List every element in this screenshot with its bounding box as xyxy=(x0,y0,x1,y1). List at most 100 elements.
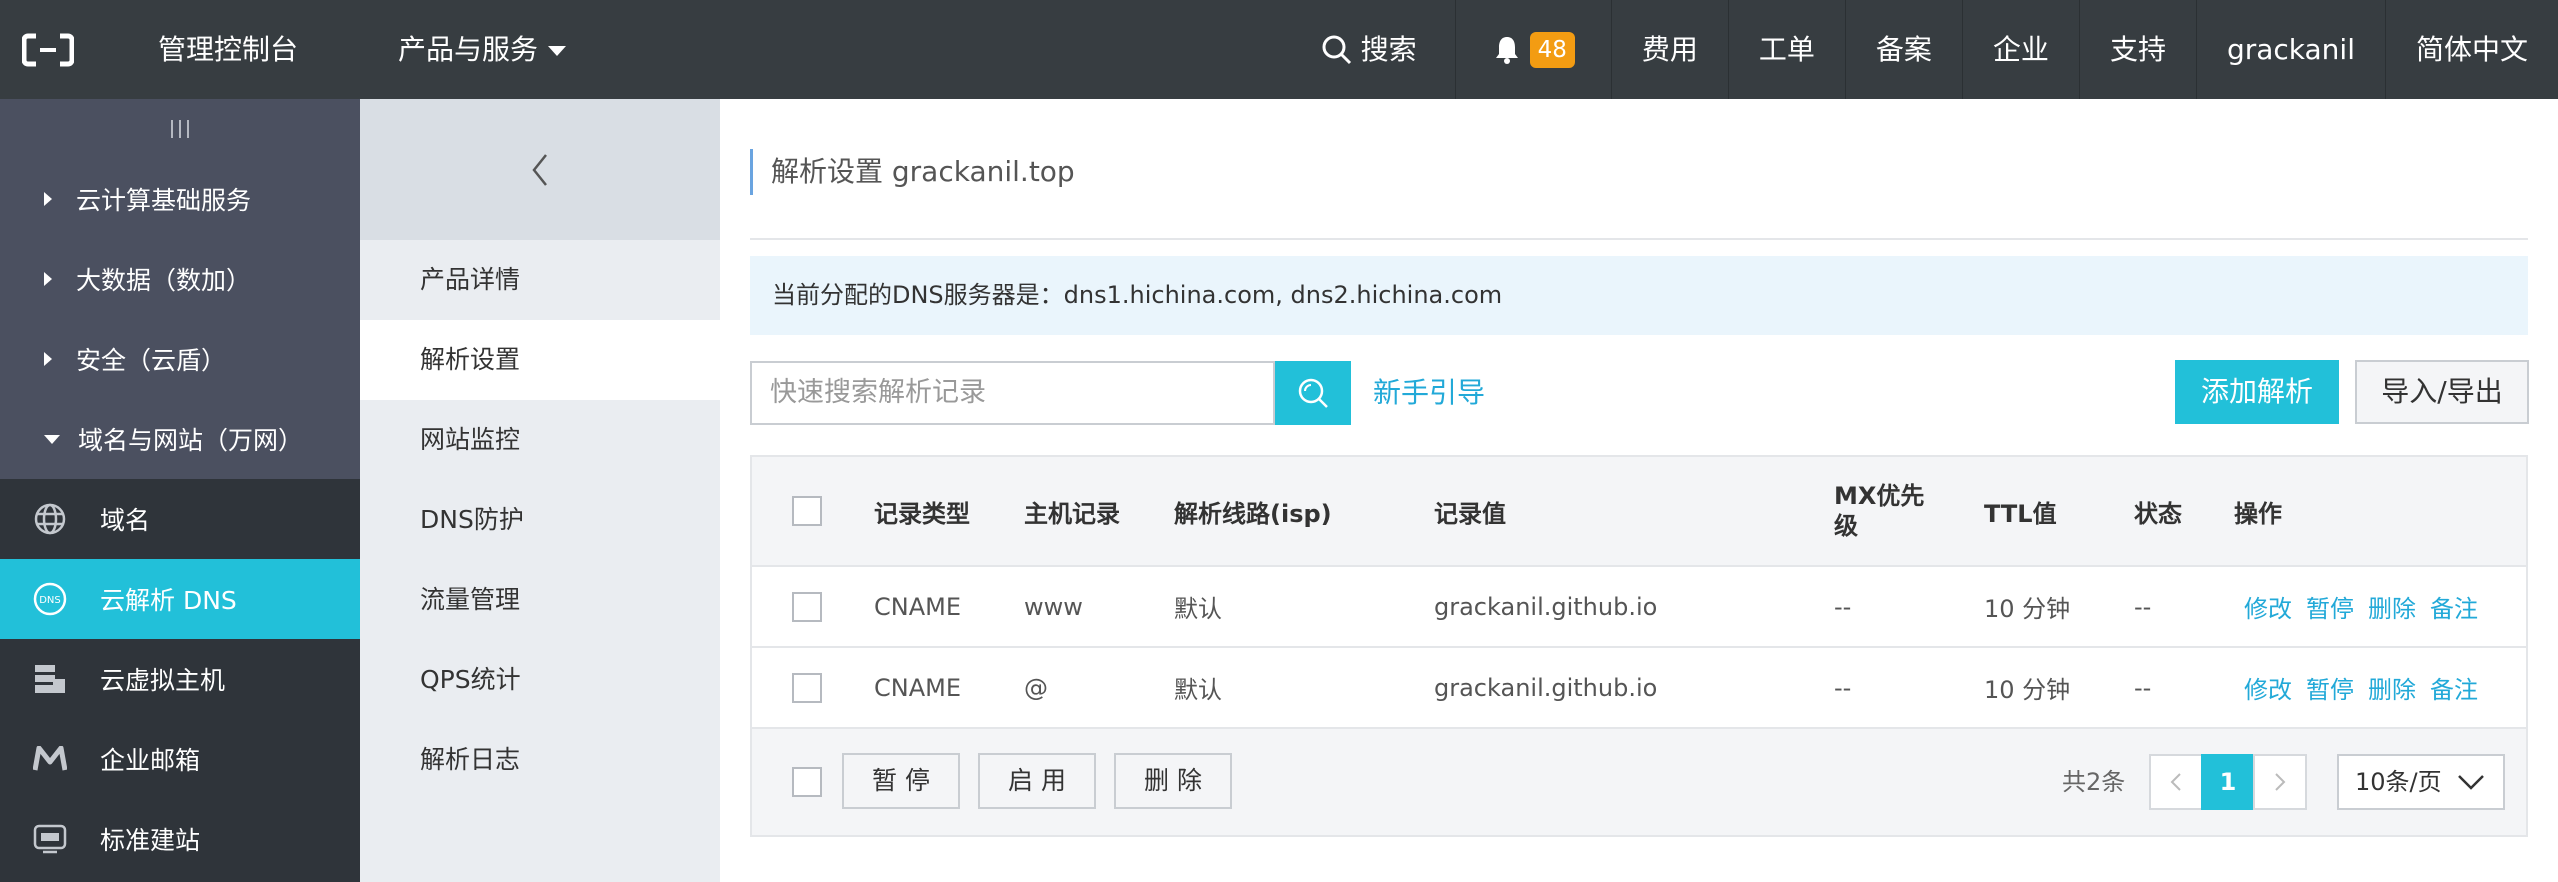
table-footer: 暂 停 启 用 删 除 共2条 1 10条/页 xyxy=(752,729,2526,835)
nav-icp-filing[interactable]: 备案 xyxy=(1844,0,1962,99)
record-search-input[interactable]: 快速搜索解析记录 xyxy=(750,361,1275,425)
select-all-cell xyxy=(792,457,822,565)
row-checkbox[interactable] xyxy=(792,672,822,703)
left-sidebar: 云计算基础服务 大数据（数加） 安全（云盾） 域名与网站（万网） 域名 DNS … xyxy=(0,99,360,882)
products-services-menu[interactable]: 产品与服务 xyxy=(398,0,567,99)
record-type: CNAME xyxy=(874,592,961,621)
aliyun-logo-icon[interactable] xyxy=(22,32,74,68)
search-icon xyxy=(1322,35,1351,64)
sidebar-item-label: 企业邮箱 xyxy=(100,746,201,775)
record-value: grackanil.github.io xyxy=(1434,592,1658,621)
pause-link[interactable]: 暂停 xyxy=(2306,589,2354,624)
subnav-dns-logs[interactable]: 解析日志 xyxy=(360,720,720,800)
sidebar-collapse-toggle[interactable] xyxy=(0,99,360,159)
next-page-button[interactable] xyxy=(2253,754,2307,810)
add-record-button[interactable]: 添加解析 xyxy=(2175,360,2339,424)
pause-link[interactable]: 暂停 xyxy=(2306,670,2354,705)
beginner-guide-link[interactable]: 新手引导 xyxy=(1373,361,1485,425)
sidebar-group-label: 大数据（数加） xyxy=(76,266,252,295)
edit-link[interactable]: 修改 xyxy=(2244,670,2292,705)
delete-link[interactable]: 删除 xyxy=(2368,670,2416,705)
sidebar-group-label: 域名与网站（万网） xyxy=(78,426,304,455)
subnav-site-monitor[interactable]: 网站监控 xyxy=(360,400,720,480)
record-actions: 修改 暂停 删除 备注 xyxy=(2244,648,2492,727)
notifications-button[interactable]: 48 xyxy=(1454,0,1611,99)
server-icon xyxy=(30,659,70,699)
record-ttl: 10 分钟 xyxy=(1984,595,2071,623)
dns-records-table: 记录类型 主机记录 解析线路(isp) 记录值 MX优先级 TTL值 状态 操作… xyxy=(750,455,2528,837)
dns-icon: DNS xyxy=(30,579,70,619)
collapse-bars-icon xyxy=(171,120,189,138)
caret-right-icon xyxy=(44,272,52,286)
sidebar-item-label: 云解析 DNS xyxy=(100,586,237,615)
back-button[interactable] xyxy=(360,99,720,240)
table-header: 记录类型 主机记录 解析线路(isp) 记录值 MX优先级 TTL值 状态 操作 xyxy=(752,457,2526,567)
sidebar-group-label: 安全（云盾） xyxy=(76,346,227,375)
record-status: -- xyxy=(2134,673,2152,702)
batch-enable-button[interactable]: 启 用 xyxy=(978,753,1096,809)
edit-link[interactable]: 修改 xyxy=(2244,589,2292,624)
row-checkbox[interactable] xyxy=(792,591,822,622)
record-host: www xyxy=(1024,592,1083,621)
table-row: CNAME www 默认 grackanil.github.io -- 10 分… xyxy=(752,567,2526,648)
column-header: TTL值 xyxy=(1984,499,2057,528)
top-nav: 搜索 48 费用 工单 备案 企业 支持 grackanil 简体中文 xyxy=(1281,0,2558,99)
prev-page-button[interactable] xyxy=(2149,754,2203,810)
record-status: -- xyxy=(2134,592,2152,621)
sidebar-group-security[interactable]: 安全（云盾） xyxy=(0,319,360,399)
table-row: CNAME @ 默认 grackanil.github.io -- 10 分钟 … xyxy=(752,648,2526,729)
subnav-traffic-management[interactable]: 流量管理 xyxy=(360,560,720,640)
footer-select-all-checkbox[interactable] xyxy=(792,767,822,797)
nav-language[interactable]: 简体中文 xyxy=(2384,0,2558,99)
column-header: 解析线路(isp) xyxy=(1174,499,1332,528)
record-ttl: 10 分钟 xyxy=(1984,676,2071,704)
nav-support[interactable]: 支持 xyxy=(2078,0,2196,99)
console-home-link[interactable]: 管理控制台 xyxy=(158,0,298,99)
sidebar-item-virtual-host[interactable]: 云虚拟主机 xyxy=(0,639,360,719)
subnav-dns-protection[interactable]: DNS防护 xyxy=(360,480,720,560)
sidebar-item-label: 云虚拟主机 xyxy=(100,666,226,695)
sidebar-item-enterprise-mail[interactable]: 企业邮箱 xyxy=(0,719,360,799)
sidebar-group-domains-websites[interactable]: 域名与网站（万网） xyxy=(0,399,360,479)
sidebar-group-cloud-computing[interactable]: 云计算基础服务 xyxy=(0,159,360,239)
nav-enterprise[interactable]: 企业 xyxy=(1961,0,2079,99)
notification-badge: 48 xyxy=(1529,31,1575,68)
row-select-cell xyxy=(792,648,822,727)
products-services-label: 产品与服务 xyxy=(398,33,539,66)
sidebar-item-domain[interactable]: 域名 xyxy=(0,479,360,559)
sidebar-group-big-data[interactable]: 大数据（数加） xyxy=(0,239,360,319)
sidebar-item-cloud-dns[interactable]: DNS 云解析 DNS xyxy=(0,559,360,639)
chevron-down-icon xyxy=(2458,775,2484,790)
subnav-dns-settings[interactable]: 解析设置 xyxy=(360,320,720,400)
search-icon xyxy=(1298,378,1328,408)
batch-pause-button[interactable]: 暂 停 xyxy=(842,753,960,809)
nav-tickets[interactable]: 工单 xyxy=(1727,0,1845,99)
batch-delete-button[interactable]: 删 除 xyxy=(1114,753,1232,809)
sidebar-item-label: 域名 xyxy=(100,506,151,535)
select-all-checkbox[interactable] xyxy=(792,496,822,526)
column-header: MX优先级 xyxy=(1834,482,1925,540)
sub-nav-panel: 产品详情 解析设置 网站监控 DNS防护 流量管理 QPS统计 解析日志 xyxy=(360,99,720,882)
record-value: grackanil.github.io xyxy=(1434,673,1658,702)
page-size-select[interactable]: 10条/页 xyxy=(2337,754,2505,810)
column-header: 操作 xyxy=(2234,499,2282,528)
import-export-button[interactable]: 导入/导出 xyxy=(2355,360,2529,424)
nav-user-account[interactable]: grackanil xyxy=(2195,0,2385,99)
mail-icon xyxy=(30,739,70,779)
nav-billing[interactable]: 费用 xyxy=(1610,0,1728,99)
subnav-qps-stats[interactable]: QPS统计 xyxy=(360,640,720,720)
top-bar: 管理控制台 产品与服务 搜索 48 费用 工单 备案 企业 支持 grackan… xyxy=(0,0,2558,99)
caret-right-icon xyxy=(44,192,52,206)
subnav-product-details[interactable]: 产品详情 xyxy=(360,240,720,320)
column-header: 状态 xyxy=(2134,499,2182,528)
sidebar-group-label: 云计算基础服务 xyxy=(76,186,252,215)
page-title: 解析设置 grackanil.top xyxy=(750,149,1075,195)
search-button[interactable]: 搜索 xyxy=(1281,0,1455,99)
note-link[interactable]: 备注 xyxy=(2430,589,2478,624)
sidebar-item-standard-site[interactable]: 标准建站 xyxy=(0,799,360,879)
delete-link[interactable]: 删除 xyxy=(2368,589,2416,624)
note-link[interactable]: 备注 xyxy=(2430,670,2478,705)
pagination: 1 xyxy=(2149,754,2307,810)
page-number-current[interactable]: 1 xyxy=(2201,754,2255,810)
record-search-button[interactable] xyxy=(1275,361,1351,425)
